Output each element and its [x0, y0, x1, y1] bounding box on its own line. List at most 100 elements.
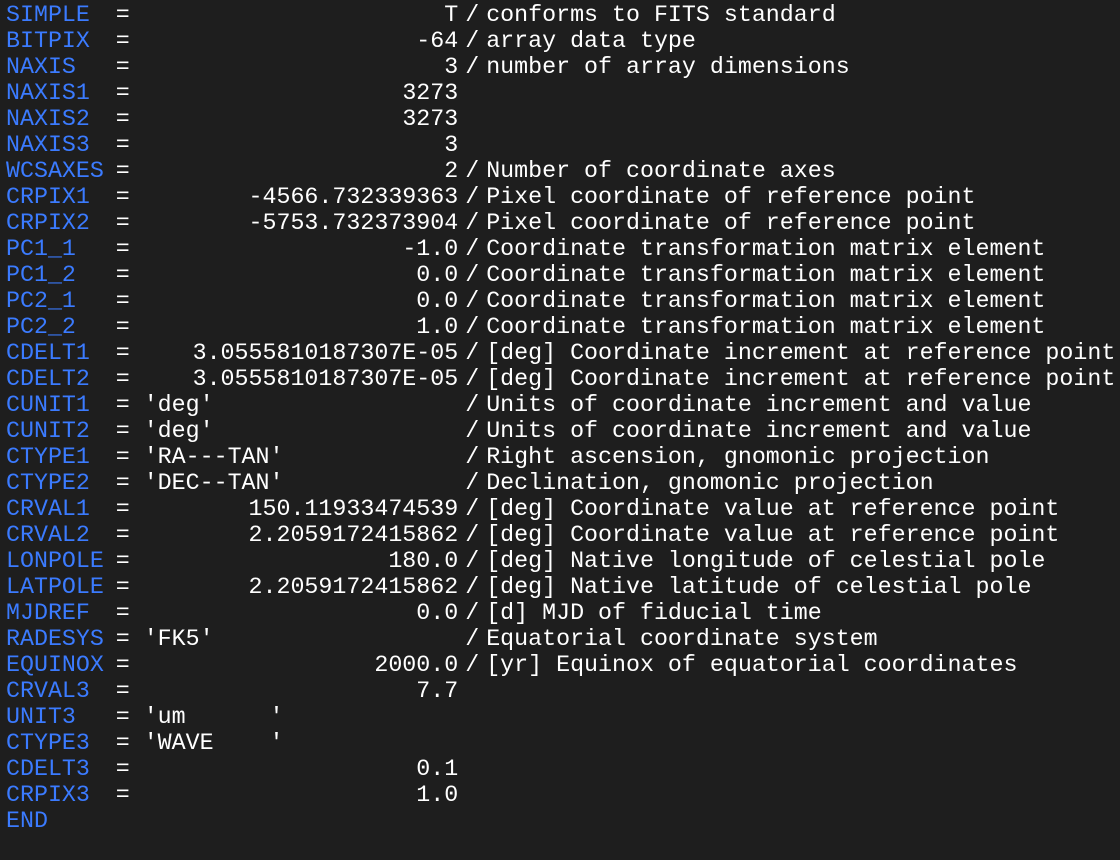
keyword-comment: [d] MJD of fiducial time: [486, 600, 822, 626]
keyword-name: WCSAXES: [6, 158, 104, 184]
keyword-name: NAXIS: [6, 54, 76, 80]
keyword-name: CRVAL2: [6, 522, 90, 548]
comment-separator: /: [465, 184, 480, 210]
comment-separator: /: [465, 262, 480, 288]
keyword-name: NAXIS1: [6, 80, 90, 106]
keyword-comment: Number of coordinate axes: [486, 158, 836, 184]
keyword-name: CDELT1: [6, 340, 90, 366]
equals-sign: =: [115, 340, 130, 366]
equals-sign: =: [115, 262, 130, 288]
comment-separator: /: [465, 548, 480, 574]
equals-sign: =: [115, 210, 130, 236]
keyword-name: PC2_1: [6, 288, 76, 314]
equals-sign: =: [115, 574, 130, 600]
comment-separator: /: [465, 522, 480, 548]
header-card-crval2: CRVAL2 = 2.2059172415862/[deg] Coordinate …: [6, 522, 1116, 548]
keyword-name: CRPIX1: [6, 184, 90, 210]
keyword-name: SIMPLE: [6, 2, 90, 28]
comment-separator: /: [465, 470, 480, 496]
equals-sign: =: [115, 28, 130, 54]
header-card-pc1_1: PC1_1 = -1.0/Coordinate transformation mat…: [6, 236, 1116, 262]
header-card-crval1: CRVAL1 = 150.11933474539/[deg] Coordinate …: [6, 496, 1116, 522]
header-card-cdelt3: CDELT3 = 0.1: [6, 756, 1116, 782]
equals-sign: =: [115, 600, 130, 626]
header-card-bitpix: BITPIX = -64/array data type: [6, 28, 1116, 54]
keyword-value: 150.11933474539: [248, 496, 459, 522]
keyword-name: PC2_2: [6, 314, 76, 340]
keyword-comment: Coordinate transformation matrix element: [486, 262, 1046, 288]
keyword-comment: Units of coordinate increment and value: [486, 418, 1032, 444]
comment-separator: /: [465, 444, 480, 470]
comment-separator: /: [465, 288, 480, 314]
equals-sign: =: [115, 54, 130, 80]
header-card-radesys: RADESYS = 'FK5' / Equatorial coordinate syst…: [6, 626, 1116, 652]
keyword-value: -5753.732373904: [248, 210, 459, 236]
keyword-name: NAXIS2: [6, 106, 90, 132]
equals-sign: =: [115, 782, 130, 808]
keyword-name: NAXIS3: [6, 132, 90, 158]
header-card-lonpole: LONPOLE = 180.0/[deg] Native longitude of …: [6, 548, 1116, 574]
comment-separator: /: [465, 652, 480, 678]
equals-sign: =: [115, 470, 130, 496]
comment-separator: /: [465, 210, 480, 236]
header-card-naxis2: NAXIS2 = 3273: [6, 106, 1116, 132]
keyword-value: 3.0555810187307E-05: [192, 366, 459, 392]
keyword-value: 'WAVE ': [143, 730, 284, 756]
comment-separator: /: [465, 574, 480, 600]
keyword-name: LATPOLE: [6, 574, 104, 600]
equals-sign: =: [115, 548, 130, 574]
keyword-comment: Coordinate transformation matrix element: [486, 236, 1046, 262]
equals-sign: =: [115, 730, 130, 756]
keyword-name: PC1_2: [6, 262, 76, 288]
equals-sign: =: [115, 392, 130, 418]
header-card-ctype3: CTYPE3 = 'WAVE ': [6, 730, 1116, 756]
keyword-name: CUNIT2: [6, 418, 90, 444]
keyword-value: 3.0555810187307E-05: [192, 340, 459, 366]
equals-sign: =: [115, 704, 130, 730]
header-card-crpix3: CRPIX3 = 1.0: [6, 782, 1116, 808]
keyword-comment: Equatorial coordinate system: [486, 626, 878, 652]
comment-separator: /: [465, 392, 480, 418]
keyword-name: UNIT3: [6, 704, 76, 730]
keyword-value: 3273: [402, 106, 459, 132]
comment-separator: /: [465, 496, 480, 522]
equals-sign: =: [115, 184, 130, 210]
keyword-comment: [deg] Coordinate value at reference poin…: [486, 522, 1060, 548]
equals-sign: =: [115, 678, 130, 704]
keyword-value: 0.1: [416, 756, 459, 782]
equals-sign: =: [115, 522, 130, 548]
end-keyword: END: [6, 808, 48, 834]
keyword-value: 'deg': [143, 392, 214, 418]
terminal-window: SIMPLE = T / conforms to FITS standard BITPIX…: [0, 0, 1120, 860]
keyword-value: 0.0: [416, 288, 459, 314]
comment-separator: /: [465, 2, 480, 28]
comment-separator: /: [465, 340, 480, 366]
header-card-wcsaxes: WCSAXES = 2/Number of coordinate axes: [6, 158, 1116, 184]
keyword-comment: Coordinate transformation matrix element: [486, 314, 1046, 340]
header-card-crpix2: CRPIX2 = -5753.732373904/Pixel coordinate …: [6, 210, 1116, 236]
keyword-name: CTYPE3: [6, 730, 90, 756]
equals-sign: =: [115, 418, 130, 444]
keyword-value: 1.0: [416, 782, 459, 808]
keyword-value: 'FK5': [143, 626, 214, 652]
keyword-value: 2: [444, 158, 459, 184]
keyword-name: PC1_1: [6, 236, 76, 262]
header-card-simple: SIMPLE = T / conforms to FITS standard: [6, 2, 1116, 28]
keyword-value: -64: [416, 28, 459, 54]
keyword-comment: Pixel coordinate of reference point: [486, 210, 976, 236]
header-card-unit3: UNIT3 = 'um ': [6, 704, 1116, 730]
keyword-comment: [deg] Coordinate increment at reference …: [486, 366, 1116, 392]
keyword-value: 2.2059172415862: [248, 574, 459, 600]
keyword-name: CRPIX2: [6, 210, 90, 236]
keyword-comment: Pixel coordinate of reference point: [486, 184, 976, 210]
equals-sign: =: [115, 652, 130, 678]
header-card-naxis3: NAXIS3 = 3: [6, 132, 1116, 158]
keyword-name: RADESYS: [6, 626, 104, 652]
keyword-value: -1.0: [402, 236, 459, 262]
equals-sign: =: [115, 158, 130, 184]
comment-separator: /: [465, 54, 480, 80]
keyword-name: CRVAL1: [6, 496, 90, 522]
equals-sign: =: [115, 236, 130, 262]
equals-sign: =: [115, 366, 130, 392]
header-card-latpole: LATPOLE = 2.2059172415862/[deg] Native lat…: [6, 574, 1116, 600]
